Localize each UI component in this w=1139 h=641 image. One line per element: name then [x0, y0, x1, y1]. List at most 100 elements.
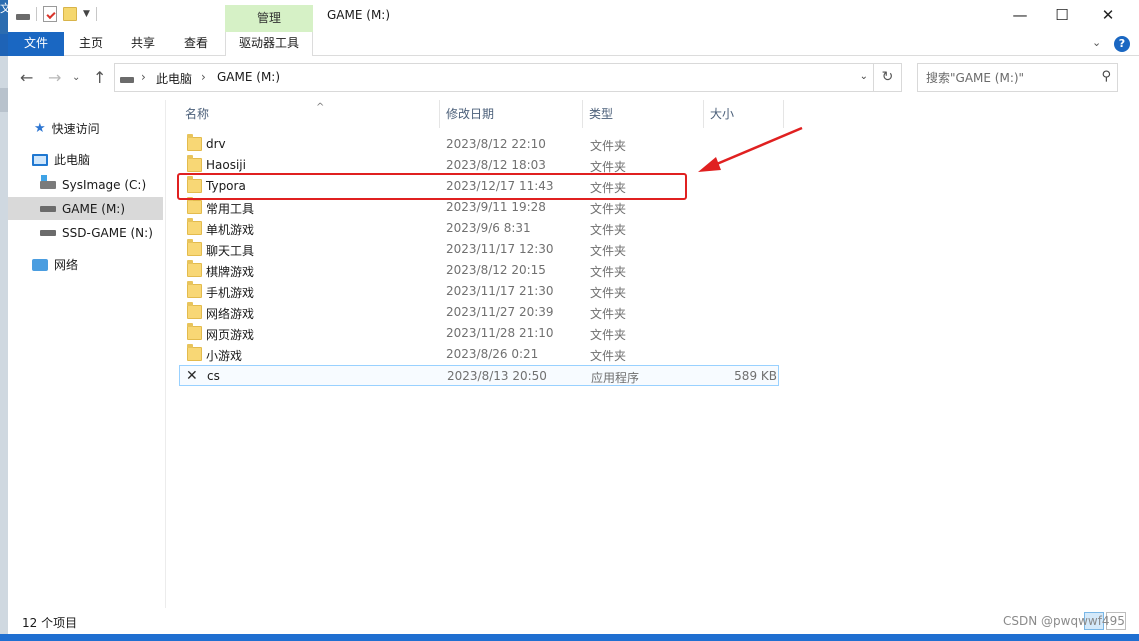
- nav-item-quick-access[interactable]: ★ 快速访问: [8, 117, 163, 140]
- table-row[interactable]: 棋牌游戏 2023/8/12 20:15 文件夹: [179, 260, 779, 281]
- tab-view[interactable]: 查看: [173, 32, 219, 56]
- breadcrumb-this-pc[interactable]: 此电脑: [156, 70, 192, 87]
- nav-item-label: GAME (M:): [62, 201, 126, 216]
- table-row[interactable]: 常用工具 2023/9/11 19:28 文件夹: [179, 197, 779, 218]
- table-row[interactable]: 单机游戏 2023/9/6 8:31 文件夹: [179, 218, 779, 239]
- maximize-button[interactable]: ☐: [1039, 0, 1085, 32]
- file-name: 手机游戏: [206, 286, 255, 300]
- file-name: 常用工具: [206, 202, 255, 216]
- nav-item-label: 快速访问: [51, 122, 100, 136]
- nav-item-drive-m[interactable]: GAME (M:): [8, 197, 163, 220]
- file-name: 网络游戏: [206, 307, 255, 321]
- file-date: 2023/11/17 21:30: [446, 284, 554, 298]
- file-type: 文件夹: [590, 349, 627, 363]
- file-date: 2023/9/11 19:28: [446, 200, 546, 214]
- file-date: 2023/8/13 20:50: [447, 369, 547, 383]
- file-type: 文件夹: [590, 223, 627, 237]
- file-date: 2023/9/6 8:31: [446, 221, 531, 235]
- network-icon: [32, 258, 48, 271]
- taskbar-edge: [0, 634, 1139, 641]
- file-name: drv: [206, 137, 226, 151]
- table-row-selected[interactable]: ✕ cs 2023/8/13 20:50 应用程序 589 KB: [179, 365, 779, 386]
- sort-ascending-icon: ^: [316, 102, 325, 113]
- navigation-bar: ← → ⌄ ↑ › 此电脑 › GAME (M:) ⌄ ↻ ⚲: [8, 56, 1139, 100]
- folder-icon: [187, 323, 202, 340]
- table-row[interactable]: 网页游戏 2023/11/28 21:10 文件夹: [179, 323, 779, 344]
- nav-item-network[interactable]: 网络: [8, 253, 163, 276]
- column-header-type[interactable]: 类型: [583, 100, 704, 128]
- breadcrumb-game-drive[interactable]: GAME (M:): [217, 70, 280, 84]
- tab-home[interactable]: 主页: [68, 32, 114, 56]
- item-count: 12 个项目: [22, 616, 78, 630]
- customize-toolbar-icon[interactable]: ▼: [83, 9, 90, 19]
- table-row[interactable]: 网络游戏 2023/11/27 20:39 文件夹: [179, 302, 779, 323]
- up-arrow-icon[interactable]: ↑: [93, 68, 106, 87]
- folder-icon: [187, 302, 202, 319]
- new-folder-icon[interactable]: [63, 7, 77, 21]
- application-icon: ✕: [186, 368, 198, 384]
- table-row[interactable]: 小游戏 2023/8/26 0:21 文件夹: [179, 344, 779, 365]
- file-type: 文件夹: [590, 202, 627, 216]
- back-arrow-icon[interactable]: ←: [20, 68, 33, 87]
- file-date: 2023/8/12 22:10: [446, 137, 546, 151]
- file-size: 589 KB: [734, 369, 777, 383]
- ribbon-tabs: 文件 主页 共享 查看 驱动器工具 ⌄ ?: [8, 32, 1139, 56]
- file-type: 文件夹: [590, 244, 627, 258]
- manage-context-tab[interactable]: 管理: [225, 5, 313, 32]
- status-bar: 12 个项目: [8, 608, 1139, 634]
- star-icon: ★: [34, 121, 46, 136]
- address-bar[interactable]: › 此电脑 › GAME (M:) ⌄: [114, 63, 874, 92]
- watermark: CSDN @pwqwwf495: [1003, 614, 1125, 628]
- column-header-size[interactable]: 大小: [704, 100, 784, 128]
- file-name: 聊天工具: [206, 244, 255, 258]
- table-row[interactable]: 聊天工具 2023/11/17 12:30 文件夹: [179, 239, 779, 260]
- column-header-date[interactable]: 修改日期: [440, 100, 583, 128]
- nav-item-label: 此电脑: [54, 153, 91, 167]
- chevron-down-icon[interactable]: ⌄: [1092, 36, 1101, 49]
- file-type: 文件夹: [590, 328, 627, 342]
- chevron-down-icon[interactable]: ⌄: [860, 71, 868, 82]
- file-date: 2023/11/17 12:30: [446, 242, 554, 256]
- search-box[interactable]: ⚲: [917, 63, 1118, 92]
- column-header-name[interactable]: ^ 名称: [179, 100, 440, 128]
- drive-icon: [16, 14, 30, 20]
- nav-item-drive-c[interactable]: SysImage (C:): [8, 173, 163, 196]
- breadcrumb-separator[interactable]: ›: [141, 70, 146, 84]
- table-row[interactable]: 手机游戏 2023/11/17 21:30 文件夹: [179, 281, 779, 302]
- folder-icon: [187, 344, 202, 361]
- desktop-edge-top: 文: [0, 0, 8, 34]
- file-date: 2023/11/27 20:39: [446, 305, 554, 319]
- recent-locations-icon[interactable]: ⌄: [72, 72, 80, 83]
- tab-share[interactable]: 共享: [120, 32, 166, 56]
- toolbar-divider: [95, 7, 97, 21]
- window-title: GAME (M:): [327, 8, 391, 22]
- file-type: 文件夹: [590, 265, 627, 279]
- navigation-pane: ★ 快速访问 此电脑 SysImage (C:) GAME (M:) SSD-G…: [8, 100, 166, 608]
- file-name: 小游戏: [206, 349, 243, 363]
- file-type: 文件夹: [590, 307, 627, 321]
- search-input[interactable]: [926, 69, 1096, 87]
- nav-item-drive-n[interactable]: SSD-GAME (N:): [8, 221, 163, 244]
- highlight-annotation-box: [177, 173, 687, 200]
- nav-item-this-pc[interactable]: 此电脑: [8, 148, 163, 171]
- search-icon: ⚲: [1101, 69, 1111, 84]
- tab-file[interactable]: 文件: [8, 32, 64, 56]
- properties-icon[interactable]: [43, 6, 57, 22]
- close-button[interactable]: ✕: [1085, 0, 1131, 32]
- minimize-button[interactable]: —: [997, 0, 1043, 32]
- column-header-label: 名称: [185, 107, 210, 121]
- file-name: 网页游戏: [206, 328, 255, 342]
- file-name: 棋牌游戏: [206, 265, 255, 279]
- refresh-button[interactable]: ↻: [874, 63, 902, 92]
- folder-icon: [187, 134, 202, 151]
- file-date: 2023/8/12 18:03: [446, 158, 546, 172]
- help-icon[interactable]: ?: [1114, 36, 1130, 52]
- forward-arrow-icon[interactable]: →: [48, 68, 61, 87]
- drive-icon: [120, 77, 134, 83]
- file-name: 单机游戏: [206, 223, 255, 237]
- computer-icon: [32, 153, 48, 166]
- tab-drive-tools[interactable]: 驱动器工具: [225, 32, 313, 56]
- breadcrumb-separator[interactable]: ›: [201, 70, 206, 84]
- table-row[interactable]: drv 2023/8/12 22:10 文件夹: [179, 134, 779, 155]
- folder-icon: [187, 260, 202, 277]
